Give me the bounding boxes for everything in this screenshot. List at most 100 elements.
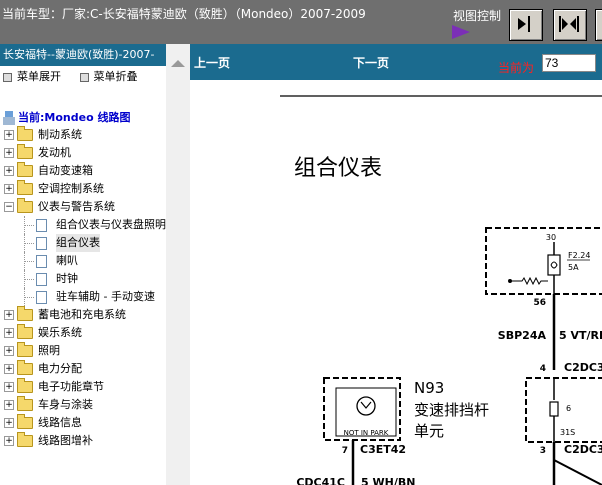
tree-child-item[interactable]: 组合仪表与仪表盘照明 xyxy=(0,216,166,234)
tree-item-label: 仪表与警告系统 xyxy=(38,200,115,213)
tree-item-label: 组合仪表 xyxy=(56,234,100,252)
document-icon xyxy=(36,237,47,250)
tree-folder-item[interactable]: + 车身与涂装 xyxy=(0,396,166,414)
scroll-up-arrow-icon[interactable] xyxy=(171,60,185,67)
folder-icon xyxy=(17,432,33,447)
tree-folder-item[interactable]: + 电力分配 xyxy=(0,360,166,378)
current-page-label: 当前为 xyxy=(498,61,535,75)
tree-folder-item[interactable]: + 发动机 xyxy=(0,144,166,162)
tree-folder-item[interactable]: + 制动系统 xyxy=(0,126,166,144)
menu-tree: + 制动系统 + 发动机 + 自动变速箱 + 空调控制系统 − 仪表与警告系统 组合仪表与仪表盘照明… xyxy=(0,126,166,450)
sidebar-scroll-column xyxy=(166,44,190,485)
folder-icon xyxy=(17,144,33,159)
tree-item-label: 照明 xyxy=(38,344,60,357)
conn-c3et42-label: C3ET42 xyxy=(360,443,406,456)
expand-menu-label: 菜单展开 xyxy=(17,70,61,83)
expand-toggle-icon[interactable]: + xyxy=(4,148,14,158)
wiring-diagram: 30 F2.24 5A 56 SBP24A 5 VT/RD 4 C2DC3 6 … xyxy=(280,95,602,485)
tree-child-item[interactable]: 时钟 xyxy=(0,270,166,288)
tree-item-label: 空调控制系统 xyxy=(38,182,104,195)
document-icon xyxy=(36,291,47,304)
tree-folder-item[interactable]: + 线路图增补 xyxy=(0,432,166,450)
expand-toggle-icon[interactable]: + xyxy=(4,184,14,194)
collapse-toggle-icon[interactable]: − xyxy=(4,202,14,212)
menu-actions: 菜单展开 菜单折叠 xyxy=(0,66,166,88)
not-in-park-label: NOT IN PARK xyxy=(344,429,389,437)
current-vehicle-label: 当前车型：厂家:C-长安福特蒙迪欧（致胜）（Mondeo）2007-2009 xyxy=(2,7,366,21)
tree-folder-item[interactable]: + 自动变速箱 xyxy=(0,162,166,180)
tree-item-label: 娱乐系统 xyxy=(38,326,82,339)
top-bar: 当前车型：厂家:C-长安福特蒙迪欧（致胜）（Mondeo）2007-2009 视… xyxy=(0,0,602,44)
expand-icon xyxy=(3,72,12,82)
expand-toggle-icon[interactable]: + xyxy=(4,130,14,140)
next-page-link[interactable]: 下一页 xyxy=(353,54,389,71)
tree-connector xyxy=(24,225,34,226)
tree-child-item[interactable]: 喇叭 xyxy=(0,252,166,270)
fit-width-icon xyxy=(559,16,579,32)
expand-menu-button[interactable]: 菜单展开 xyxy=(0,66,61,88)
pin-3-label: 3 xyxy=(540,446,546,456)
sidebar: 长安福特--蒙迪欧(致胜)-2007- 菜单展开 菜单折叠 当前:Mondeo … xyxy=(0,44,166,485)
folder-icon xyxy=(17,198,33,213)
tree-item-label: 组合仪表与仪表盘照明 xyxy=(56,218,166,231)
folder-icon xyxy=(17,360,33,375)
expand-toggle-icon[interactable]: + xyxy=(4,382,14,392)
tree-connector xyxy=(24,243,34,244)
tree-root[interactable]: 当前:Mondeo 线路图 xyxy=(3,109,130,125)
tree-item-label: 蓄电池和充电系统 xyxy=(38,308,126,321)
folder-icon xyxy=(17,180,33,195)
tree-item-label: 电子功能章节 xyxy=(38,380,104,393)
tree-folder-item[interactable]: + 空调控制系统 xyxy=(0,180,166,198)
tree-connector xyxy=(24,261,34,262)
folder-icon xyxy=(17,162,33,177)
toolbar-button-partial[interactable] xyxy=(595,9,602,41)
collapse-right-icon xyxy=(518,16,530,32)
tree-item-label: 喇叭 xyxy=(56,254,78,267)
collapse-sidebar-button[interactable] xyxy=(509,9,543,41)
component-desc-line2: 单元 xyxy=(414,422,444,440)
expand-toggle-icon[interactable]: + xyxy=(4,400,14,410)
expand-toggle-icon[interactable]: + xyxy=(4,346,14,356)
tree-folder-item[interactable]: + 电子功能章节 xyxy=(0,378,166,396)
tree-folder-item[interactable]: + 娱乐系统 xyxy=(0,324,166,342)
tree-folder-item[interactable]: − 仪表与警告系统 xyxy=(0,198,166,216)
folder-icon xyxy=(17,306,33,321)
expand-toggle-icon[interactable]: + xyxy=(4,166,14,176)
tree-child-item[interactable]: 组合仪表 xyxy=(0,234,166,252)
prev-page-link[interactable]: 上一页 xyxy=(194,54,230,71)
play-arrow-icon[interactable] xyxy=(452,25,470,39)
component-desc-line1: 变速排挡杆 xyxy=(414,401,489,419)
tree-connector xyxy=(24,279,34,280)
tree-child-item[interactable]: 驻车辅助 - 手动变速 xyxy=(0,288,166,306)
folder-icon xyxy=(17,414,33,429)
tree-item-label: 车身与涂装 xyxy=(38,398,93,411)
tree-folder-item[interactable]: + 照明 xyxy=(0,342,166,360)
tree-item-label: 线路信息 xyxy=(38,416,82,429)
collapse-menu-button[interactable]: 菜单折叠 xyxy=(77,66,138,88)
expand-toggle-icon[interactable]: + xyxy=(4,364,14,374)
tree-item-label: 线路图增补 xyxy=(38,434,93,447)
pin-6-label: 6 xyxy=(566,404,571,413)
tree-item-label: 时钟 xyxy=(56,272,78,285)
page-nav-bar: 上一页 下一页 当前为 xyxy=(190,44,602,80)
expand-toggle-icon[interactable]: + xyxy=(4,310,14,320)
tree-item-label: 电力分配 xyxy=(38,362,82,375)
collapse-menu-label: 菜单折叠 xyxy=(93,70,138,83)
tree-folder-item[interactable]: + 线路信息 xyxy=(0,414,166,432)
tree-root-label: 当前:Mondeo 线路图 xyxy=(18,111,131,124)
folder-icon xyxy=(17,324,33,339)
expand-toggle-icon[interactable]: + xyxy=(4,436,14,446)
expand-toggle-icon[interactable]: + xyxy=(4,418,14,428)
view-control-label: 视图控制 xyxy=(453,9,502,23)
pin-7-label: 7 xyxy=(342,446,348,456)
fit-width-button[interactable] xyxy=(553,9,587,41)
expand-toggle-icon[interactable]: + xyxy=(4,328,14,338)
wire-color-label: 5 VT/RD xyxy=(559,329,602,342)
tree-folder-item[interactable]: + 蓄电池和充电系统 xyxy=(0,306,166,324)
current-page-input[interactable] xyxy=(542,54,596,72)
wiring-root-icon xyxy=(3,111,15,125)
folder-icon xyxy=(17,396,33,411)
document-icon xyxy=(36,219,47,232)
switch-icon xyxy=(356,396,376,416)
fuse-top-pin: 30 xyxy=(546,233,556,242)
